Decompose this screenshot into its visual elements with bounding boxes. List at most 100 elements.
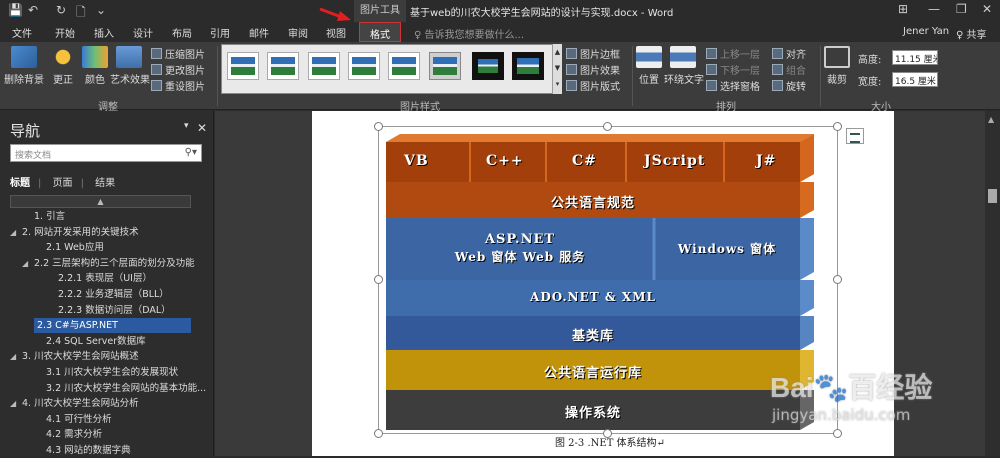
nav-heading-item[interactable]: 4.1 可行性分析 bbox=[10, 412, 112, 427]
height-input[interactable]: 11.15 厘米 bbox=[892, 50, 938, 65]
picture-style-6[interactable] bbox=[429, 52, 461, 80]
picture-style-1[interactable] bbox=[227, 52, 259, 80]
redo-icon[interactable]: ↻ bbox=[56, 3, 66, 17]
tab-home[interactable]: 开始 bbox=[55, 25, 75, 40]
bring-forward-button[interactable]: 上移一层 bbox=[706, 46, 760, 61]
net-architecture-picture[interactable]: VB C++ C# JScript J# 公共语言规范 ASP.NET Web … bbox=[374, 122, 842, 438]
nav-close-icon[interactable]: ✕ bbox=[197, 121, 207, 135]
picture-style-7[interactable] bbox=[472, 52, 504, 80]
send-backward-button[interactable]: 下移一层 bbox=[706, 62, 760, 77]
color-button[interactable]: 颜色 bbox=[82, 46, 108, 86]
artistic-effects-button[interactable]: 艺术效果 bbox=[110, 46, 150, 86]
gallery-scroll-up[interactable]: ▲ bbox=[553, 44, 562, 60]
remove-background-button[interactable]: 删除背景 bbox=[4, 46, 44, 86]
vertical-scrollbar[interactable]: ▲ bbox=[985, 111, 1000, 456]
picture-style-8[interactable] bbox=[512, 52, 544, 80]
nav-heading-item[interactable]: 3.1 川农大校学生会的发展现状 bbox=[10, 365, 178, 380]
tab-format[interactable]: 格式 bbox=[359, 22, 401, 42]
tab-insert[interactable]: 插入 bbox=[94, 25, 114, 40]
nav-heading-item[interactable]: 2.2.3 数据访问层（DAL） bbox=[10, 303, 171, 318]
new-document-icon[interactable]: 🗋 bbox=[76, 3, 86, 24]
nav-heading-item[interactable]: ◢ 2. 网站开发采用的关键技术 bbox=[10, 225, 139, 240]
resize-handle-top[interactable] bbox=[603, 122, 612, 131]
nav-heading-item[interactable]: ◢ 2.2 三层架构的三个层面的划分及功能 bbox=[10, 256, 195, 271]
picture-style-5[interactable] bbox=[388, 52, 420, 80]
picture-tools-context-label: 图片工具 bbox=[354, 0, 406, 22]
gallery-scroll-down[interactable]: ▼ bbox=[553, 60, 562, 76]
resize-handle-left[interactable] bbox=[374, 275, 383, 284]
tab-references[interactable]: 引用 bbox=[210, 25, 230, 40]
search-document-input[interactable]: 搜索文档 ⚲▾ bbox=[10, 144, 202, 162]
tab-file[interactable]: 文件 bbox=[12, 25, 32, 40]
group-separator bbox=[632, 46, 633, 106]
picture-effects-button[interactable]: 图片效果 bbox=[566, 62, 620, 77]
width-input[interactable]: 16.5 厘米 bbox=[892, 72, 938, 87]
customize-quick-access-icon[interactable]: ⌄ bbox=[96, 3, 106, 17]
rotate-button[interactable]: 旋转 bbox=[772, 78, 806, 93]
nav-heading-item[interactable]: ◢ 4. 川农大校学生会网站分析 bbox=[10, 396, 139, 411]
nav-heading-item[interactable]: 2.2.2 业务逻辑层（BLL） bbox=[10, 287, 169, 302]
expand-collapse-icon[interactable]: ◢ bbox=[10, 396, 22, 411]
search-icon[interactable]: ⚲▾ bbox=[185, 147, 197, 158]
adonet-layer: ADO.NET & XML bbox=[386, 280, 828, 316]
nav-tab-results[interactable]: 结果 bbox=[95, 178, 115, 189]
user-name[interactable]: Jener Yan bbox=[903, 26, 949, 37]
nav-heading-item[interactable]: 2.1 Web应用 bbox=[10, 240, 104, 255]
picture-layout-button[interactable]: 图片版式 bbox=[566, 78, 620, 93]
nav-heading-item[interactable]: ◢ 3. 川农大校学生会网站概述 bbox=[10, 349, 139, 364]
picture-effects-icon bbox=[566, 64, 577, 75]
tab-mailings[interactable]: 邮件 bbox=[249, 25, 269, 40]
tab-review[interactable]: 审阅 bbox=[288, 25, 308, 40]
align-button[interactable]: 对齐 bbox=[772, 46, 806, 61]
nav-heading-item[interactable]: 2.2.1 表现层（UI层） bbox=[10, 271, 152, 286]
group-objects-button[interactable]: 组合 bbox=[772, 62, 806, 77]
restore-button[interactable]: ❐ bbox=[956, 2, 967, 16]
selection-pane-button[interactable]: 选择窗格 bbox=[706, 78, 760, 93]
resize-handle-right[interactable] bbox=[833, 275, 842, 284]
scrollbar-thumb[interactable] bbox=[988, 189, 997, 203]
watermark-url: jingyan.baidu.com bbox=[772, 406, 911, 424]
resize-handle-top-right[interactable] bbox=[833, 122, 842, 131]
scroll-up-arrow[interactable]: ▲ bbox=[988, 115, 994, 124]
tell-me-search[interactable]: ♀ 告诉我您想要做什么... bbox=[414, 26, 524, 41]
undo-icon[interactable]: ↶ bbox=[28, 3, 38, 17]
lang-jscript: JScript bbox=[644, 153, 706, 169]
color-icon bbox=[82, 46, 108, 68]
nav-heading-item[interactable]: 4.2 需求分析 bbox=[10, 427, 102, 442]
expand-collapse-icon[interactable]: ◢ bbox=[10, 349, 22, 364]
save-icon[interactable]: 💾 bbox=[8, 3, 23, 17]
expand-collapse-icon[interactable]: ◢ bbox=[10, 225, 22, 240]
gallery-more[interactable]: ▾ bbox=[553, 76, 562, 92]
picture-style-3[interactable] bbox=[308, 52, 340, 80]
nav-tab-pages[interactable]: 页面 bbox=[53, 178, 73, 189]
ribbon: 删除背景 更正 颜色 艺术效果 压缩图片 更改图片 重设图片 调整 ▲ ▼ ▾ … bbox=[0, 42, 1000, 113]
crop-button[interactable]: 裁剪 bbox=[824, 46, 850, 86]
minimize-button[interactable]: — bbox=[928, 2, 940, 16]
picture-style-2[interactable] bbox=[267, 52, 299, 80]
position-button[interactable]: 位置 bbox=[636, 46, 662, 86]
reset-picture-button[interactable]: 重设图片 bbox=[151, 78, 205, 93]
resize-handle-top-left[interactable] bbox=[374, 122, 383, 131]
nav-heading-item-selected[interactable]: 2.3 C#与ASP.NET bbox=[34, 318, 191, 334]
compress-pictures-button[interactable]: 压缩图片 bbox=[151, 46, 205, 61]
picture-border-button[interactable]: 图片边框 bbox=[566, 46, 620, 61]
layout-options-icon[interactable] bbox=[846, 128, 864, 144]
share-button[interactable]: ♀ 共享 bbox=[956, 26, 987, 41]
collapse-all-button[interactable]: ▲ bbox=[10, 195, 191, 208]
tab-view[interactable]: 视图 bbox=[326, 25, 346, 40]
resize-handle-bottom-left[interactable] bbox=[374, 429, 383, 438]
change-picture-button[interactable]: 更改图片 bbox=[151, 62, 205, 77]
tab-design[interactable]: 设计 bbox=[133, 25, 153, 40]
nav-options-icon[interactable]: ▾ bbox=[184, 121, 189, 131]
nav-heading-item[interactable]: 3.2 川农大校学生会网站的基本功能... bbox=[10, 381, 206, 396]
nav-heading-item[interactable]: 1. 引言 bbox=[10, 209, 65, 224]
tab-layout[interactable]: 布局 bbox=[172, 25, 192, 40]
picture-style-4[interactable] bbox=[348, 52, 380, 80]
wrap-text-button[interactable]: 环绕文字 bbox=[664, 46, 704, 86]
nav-tab-headings[interactable]: 标题 bbox=[10, 178, 30, 189]
nav-heading-item[interactable]: 2.4 SQL Server数据库 bbox=[10, 334, 146, 349]
corrections-button[interactable]: 更正 bbox=[50, 46, 76, 86]
expand-collapse-icon[interactable]: ◢ bbox=[22, 256, 34, 271]
ribbon-display-options-icon[interactable]: ⊞ bbox=[898, 2, 908, 16]
close-button[interactable]: ✕ bbox=[982, 2, 992, 16]
